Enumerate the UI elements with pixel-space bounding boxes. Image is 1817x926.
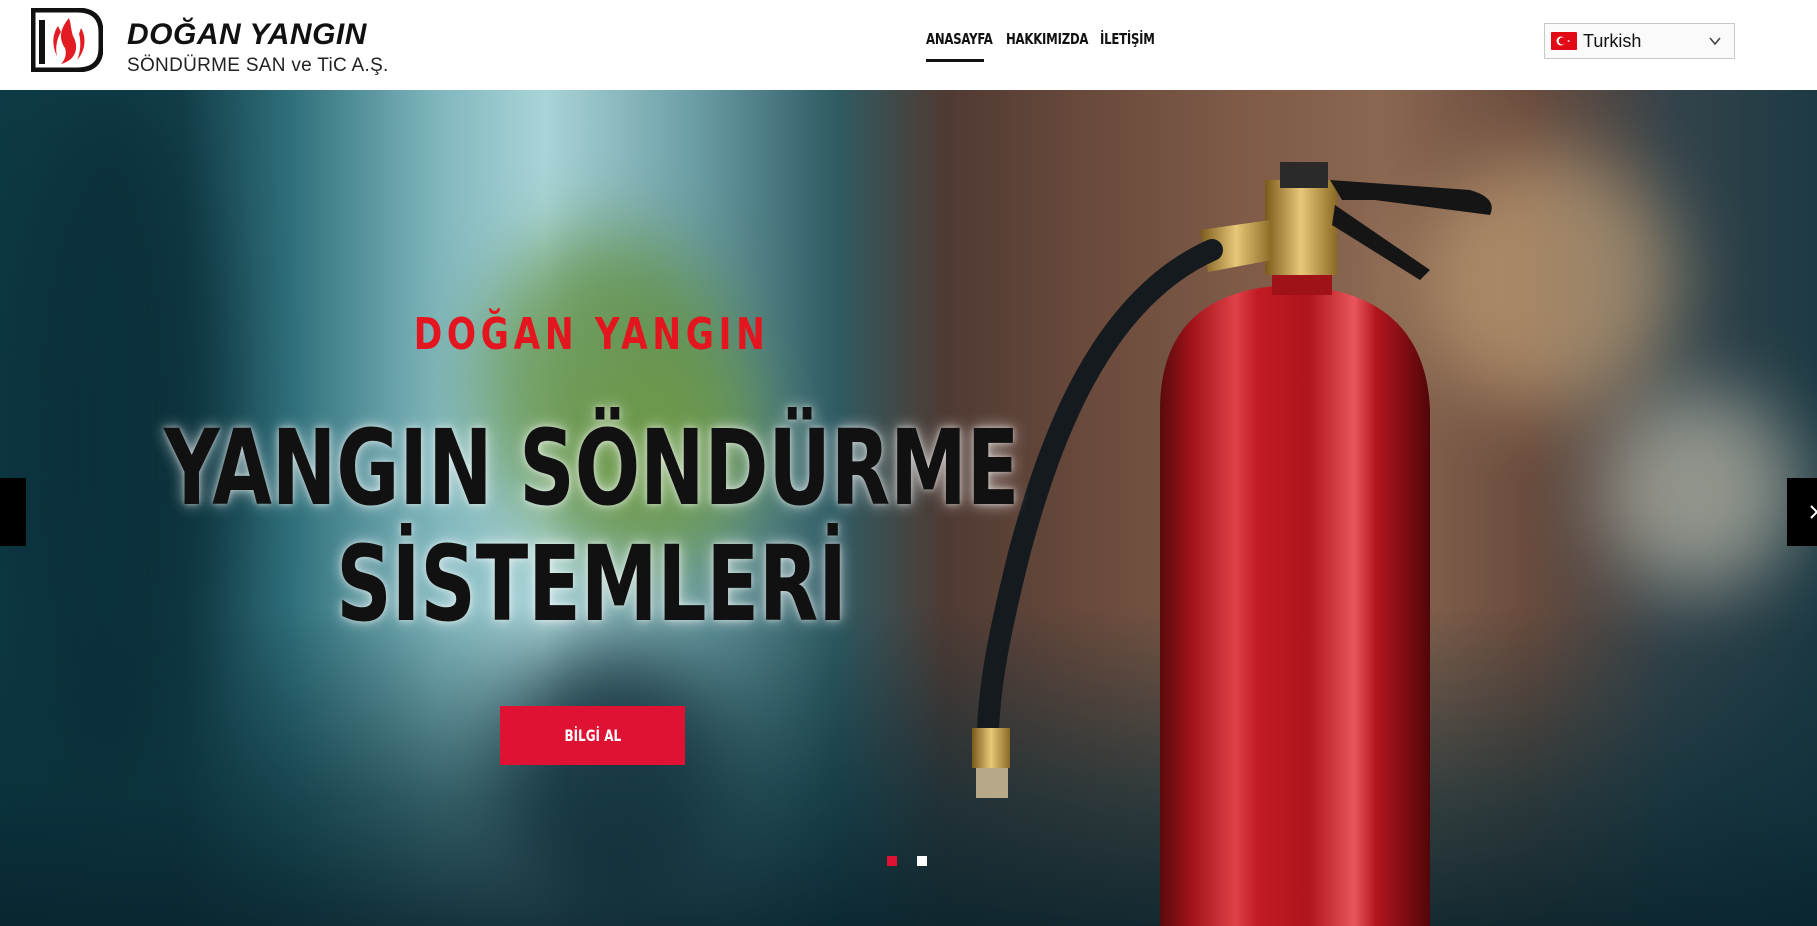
- language-label: Turkish: [1583, 30, 1642, 51]
- fire-extinguisher-image: [972, 162, 1492, 926]
- main-nav: ANASAYFA HAKKIMIZDA İLETİŞİM: [926, 30, 1155, 48]
- brand-logo-icon[interactable]: [30, 7, 104, 73]
- nav-item-hakkimizda[interactable]: HAKKIMIZDA: [1006, 30, 1088, 48]
- info-request-button[interactable]: BİLGİ AL: [500, 706, 685, 765]
- site-header: DOĞAN YANGIN SÖNDÜRME SAN ve TiC A.Ş. AN…: [0, 0, 1817, 90]
- hero-slider: DOĞAN YANGIN YANGIN SÖNDÜRME SİSTEMLERİ …: [0, 90, 1817, 926]
- hero-kicker: DOĞAN YANGIN: [413, 309, 770, 360]
- hero-floor-shade: [0, 606, 1817, 926]
- nav-item-iletisim[interactable]: İLETİŞİM: [1100, 30, 1155, 48]
- nav-item-anasayfa[interactable]: ANASAYFA: [926, 30, 993, 48]
- info-request-button-label: BİLGİ AL: [564, 726, 621, 745]
- background-bokeh-light: [1600, 390, 1800, 590]
- nav-active-indicator: [926, 59, 984, 62]
- hero-title: YANGIN SÖNDÜRME SİSTEMLERİ: [154, 410, 1029, 642]
- slider-next-button[interactable]: [1787, 478, 1817, 546]
- slider-dot-2[interactable]: [917, 856, 927, 866]
- brand-title: DOĞAN YANGIN: [127, 18, 367, 51]
- language-select[interactable]: Turkish: [1544, 23, 1735, 59]
- slider-prev-button[interactable]: [0, 478, 26, 546]
- chevron-right-icon: [1810, 505, 1817, 519]
- brand-subtitle: SÖNDÜRME SAN ve TiC A.Ş.: [127, 55, 389, 76]
- hero-title-line-2: SİSTEMLERİ: [336, 523, 847, 645]
- turkey-flag-icon: [1551, 32, 1577, 50]
- hero-title-line-1: YANGIN SÖNDÜRME: [163, 407, 1020, 529]
- slider-pagination: [887, 856, 927, 866]
- slider-dot-1[interactable]: [887, 856, 897, 866]
- chevron-down-icon: [1708, 34, 1722, 53]
